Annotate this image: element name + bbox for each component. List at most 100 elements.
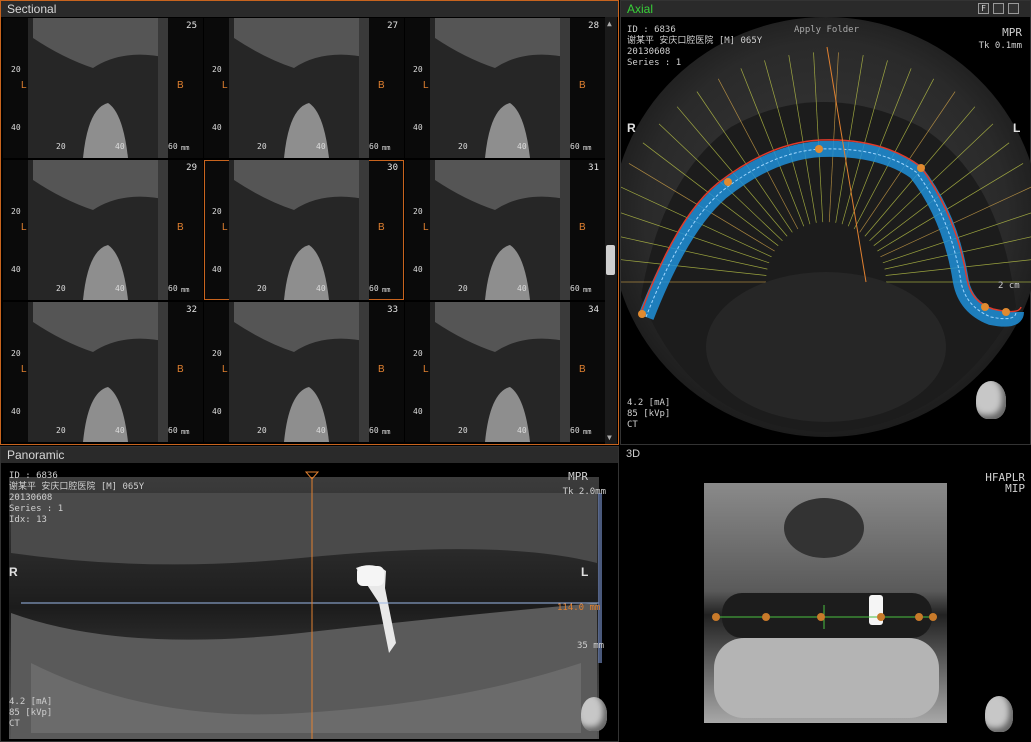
tick-label: 20 (458, 284, 468, 293)
slice-number: 33 (387, 305, 398, 315)
control-point[interactable] (917, 164, 925, 172)
unit-label: mm (583, 428, 592, 436)
sectional-cell[interactable]: 29 L B 20 40 20 40 60 mm (3, 160, 203, 300)
tick-label: 40 (316, 142, 326, 151)
slice-number: 27 (387, 21, 398, 31)
cross-section-image (229, 302, 369, 442)
axial-orient-right: L (1013, 121, 1021, 135)
unit-label: mm (382, 286, 391, 294)
control-point[interactable] (877, 613, 885, 621)
control-point[interactable] (817, 613, 825, 621)
cross-section-image (28, 18, 168, 158)
tick-label: 40 (11, 407, 21, 416)
cross-section-image (28, 302, 168, 442)
slice-number: 29 (186, 163, 197, 173)
sectional-cell[interactable]: 31 L B 20 40 20 40 60 mm (405, 160, 605, 300)
tick-label: 40 (316, 426, 326, 435)
axial-image[interactable] (621, 17, 1031, 445)
tick-label: 20 (212, 65, 222, 74)
axial-orient-left: R (627, 121, 636, 135)
sectional-scrollbar[interactable]: ▲ ▼ (605, 17, 617, 444)
tick-label: 60 (369, 426, 379, 435)
measurement-label: 114.0 mm (557, 603, 601, 613)
panoramic-panel[interactable]: Panoramic ID : 6836 谢某平 安庆口腔医院 [M] 065Y … (0, 446, 619, 742)
scroll-thumb[interactable] (606, 245, 615, 275)
tick-label: 20 (11, 65, 21, 74)
tick-label: 60 (570, 142, 580, 151)
orient-label-left: L (423, 364, 429, 375)
scroll-down-arrow[interactable]: ▼ (607, 433, 612, 442)
axial-patient-info: ID : 6836 谢某平 安庆口腔医院 [M] 065Y 20130608 S… (627, 25, 763, 68)
tick-label: 60 (168, 284, 178, 293)
sectional-title: Sectional (1, 1, 618, 17)
orient-label-right: B (177, 222, 184, 233)
tick-label: 60 (168, 142, 178, 151)
unit-label: mm (583, 286, 592, 294)
window-max-button[interactable] (993, 3, 1004, 14)
control-point[interactable] (981, 303, 989, 311)
tick-label: 20 (413, 207, 423, 216)
slice-number: 25 (186, 21, 197, 31)
orient-label-right: B (177, 364, 184, 375)
nasal-cavity (784, 498, 864, 558)
axial-thickness: Tk 0.1mm (978, 41, 1022, 51)
threed-render[interactable] (704, 483, 947, 723)
sectional-cell[interactable]: 25 L B 20 40 20 40 60 mm (3, 18, 203, 158)
axial-scale: 2 cm (998, 281, 1020, 291)
panoramic-patient-info: ID : 6836 谢某平 安庆口腔医院 [M] 065Y 20130608 S… (9, 471, 145, 525)
unit-label: mm (382, 428, 391, 436)
cross-section-image (430, 302, 570, 442)
control-point[interactable] (929, 613, 937, 621)
window-restore-button[interactable] (1008, 3, 1019, 14)
control-point[interactable] (712, 613, 720, 621)
head-orientation-icon[interactable] (976, 381, 1006, 419)
axial-panel[interactable]: Axial F ID : 6836 谢某平 安庆口腔医院 [M] 065Y 20… (620, 0, 1031, 445)
tick-label: 20 (56, 142, 66, 151)
cross-section-image (229, 18, 369, 158)
panoramic-orient-right: L (581, 565, 589, 579)
panoramic-orient-left: R (9, 565, 18, 579)
tick-label: 20 (458, 426, 468, 435)
tick-label: 40 (11, 123, 21, 132)
ruler-label: 35 mm (577, 641, 605, 651)
tick-label: 60 (570, 284, 580, 293)
control-point[interactable] (1002, 308, 1010, 316)
sectional-cell[interactable]: 28 L B 20 40 20 40 60 mm (405, 18, 605, 158)
sectional-cell[interactable]: 33 L B 20 40 20 40 60 mm (204, 302, 404, 442)
tick-label: 20 (56, 426, 66, 435)
ruler-bar (598, 493, 602, 663)
tick-label: 60 (369, 284, 379, 293)
tick-label: 40 (212, 265, 222, 274)
apply-folder-label[interactable]: Apply Folder (794, 25, 859, 36)
tick-label: 60 (369, 142, 379, 151)
tick-label: 40 (413, 123, 423, 132)
orient-label-right: B (378, 80, 385, 91)
control-point[interactable] (915, 613, 923, 621)
slice-number: 28 (588, 21, 599, 31)
head-orientation-icon[interactable] (581, 697, 607, 731)
orient-label-right: B (579, 222, 586, 233)
head-orientation-icon[interactable] (985, 696, 1013, 732)
sectional-cell[interactable]: 34 L B 20 40 20 40 60 mm (405, 302, 605, 442)
sectional-cell[interactable]: 30 L B 20 40 20 40 60 mm (204, 160, 404, 300)
window-f-button[interactable]: F (978, 3, 989, 14)
axial-mpr-label: MPR (1002, 26, 1022, 39)
orient-label-left: L (423, 80, 429, 91)
control-point[interactable] (762, 613, 770, 621)
scroll-up-arrow[interactable]: ▲ (607, 19, 612, 28)
sectional-cell[interactable]: 27 L B 20 40 20 40 60 mm (204, 18, 404, 158)
orient-label-right: B (378, 364, 385, 375)
tick-label: 40 (212, 123, 222, 132)
axial-title: Axial (621, 1, 1030, 17)
tick-label: 40 (115, 284, 125, 293)
threed-panel[interactable]: 3D HFAPLR MIP (620, 446, 1031, 742)
axial-acq-info: 4.2 [mA] 85 [kVp] CT (627, 398, 671, 430)
control-point[interactable] (724, 178, 732, 186)
control-point[interactable] (638, 310, 646, 318)
sectional-panel: Sectional 25 L B 20 40 20 40 60 mm 27 L B 20 40 20 40 60… (0, 0, 619, 445)
panoramic-mpr-label: MPR (568, 470, 588, 483)
tick-label: 40 (115, 142, 125, 151)
control-point[interactable] (815, 145, 823, 153)
orient-label-left: L (222, 364, 228, 375)
sectional-cell[interactable]: 32 L B 20 40 20 40 60 mm (3, 302, 203, 442)
